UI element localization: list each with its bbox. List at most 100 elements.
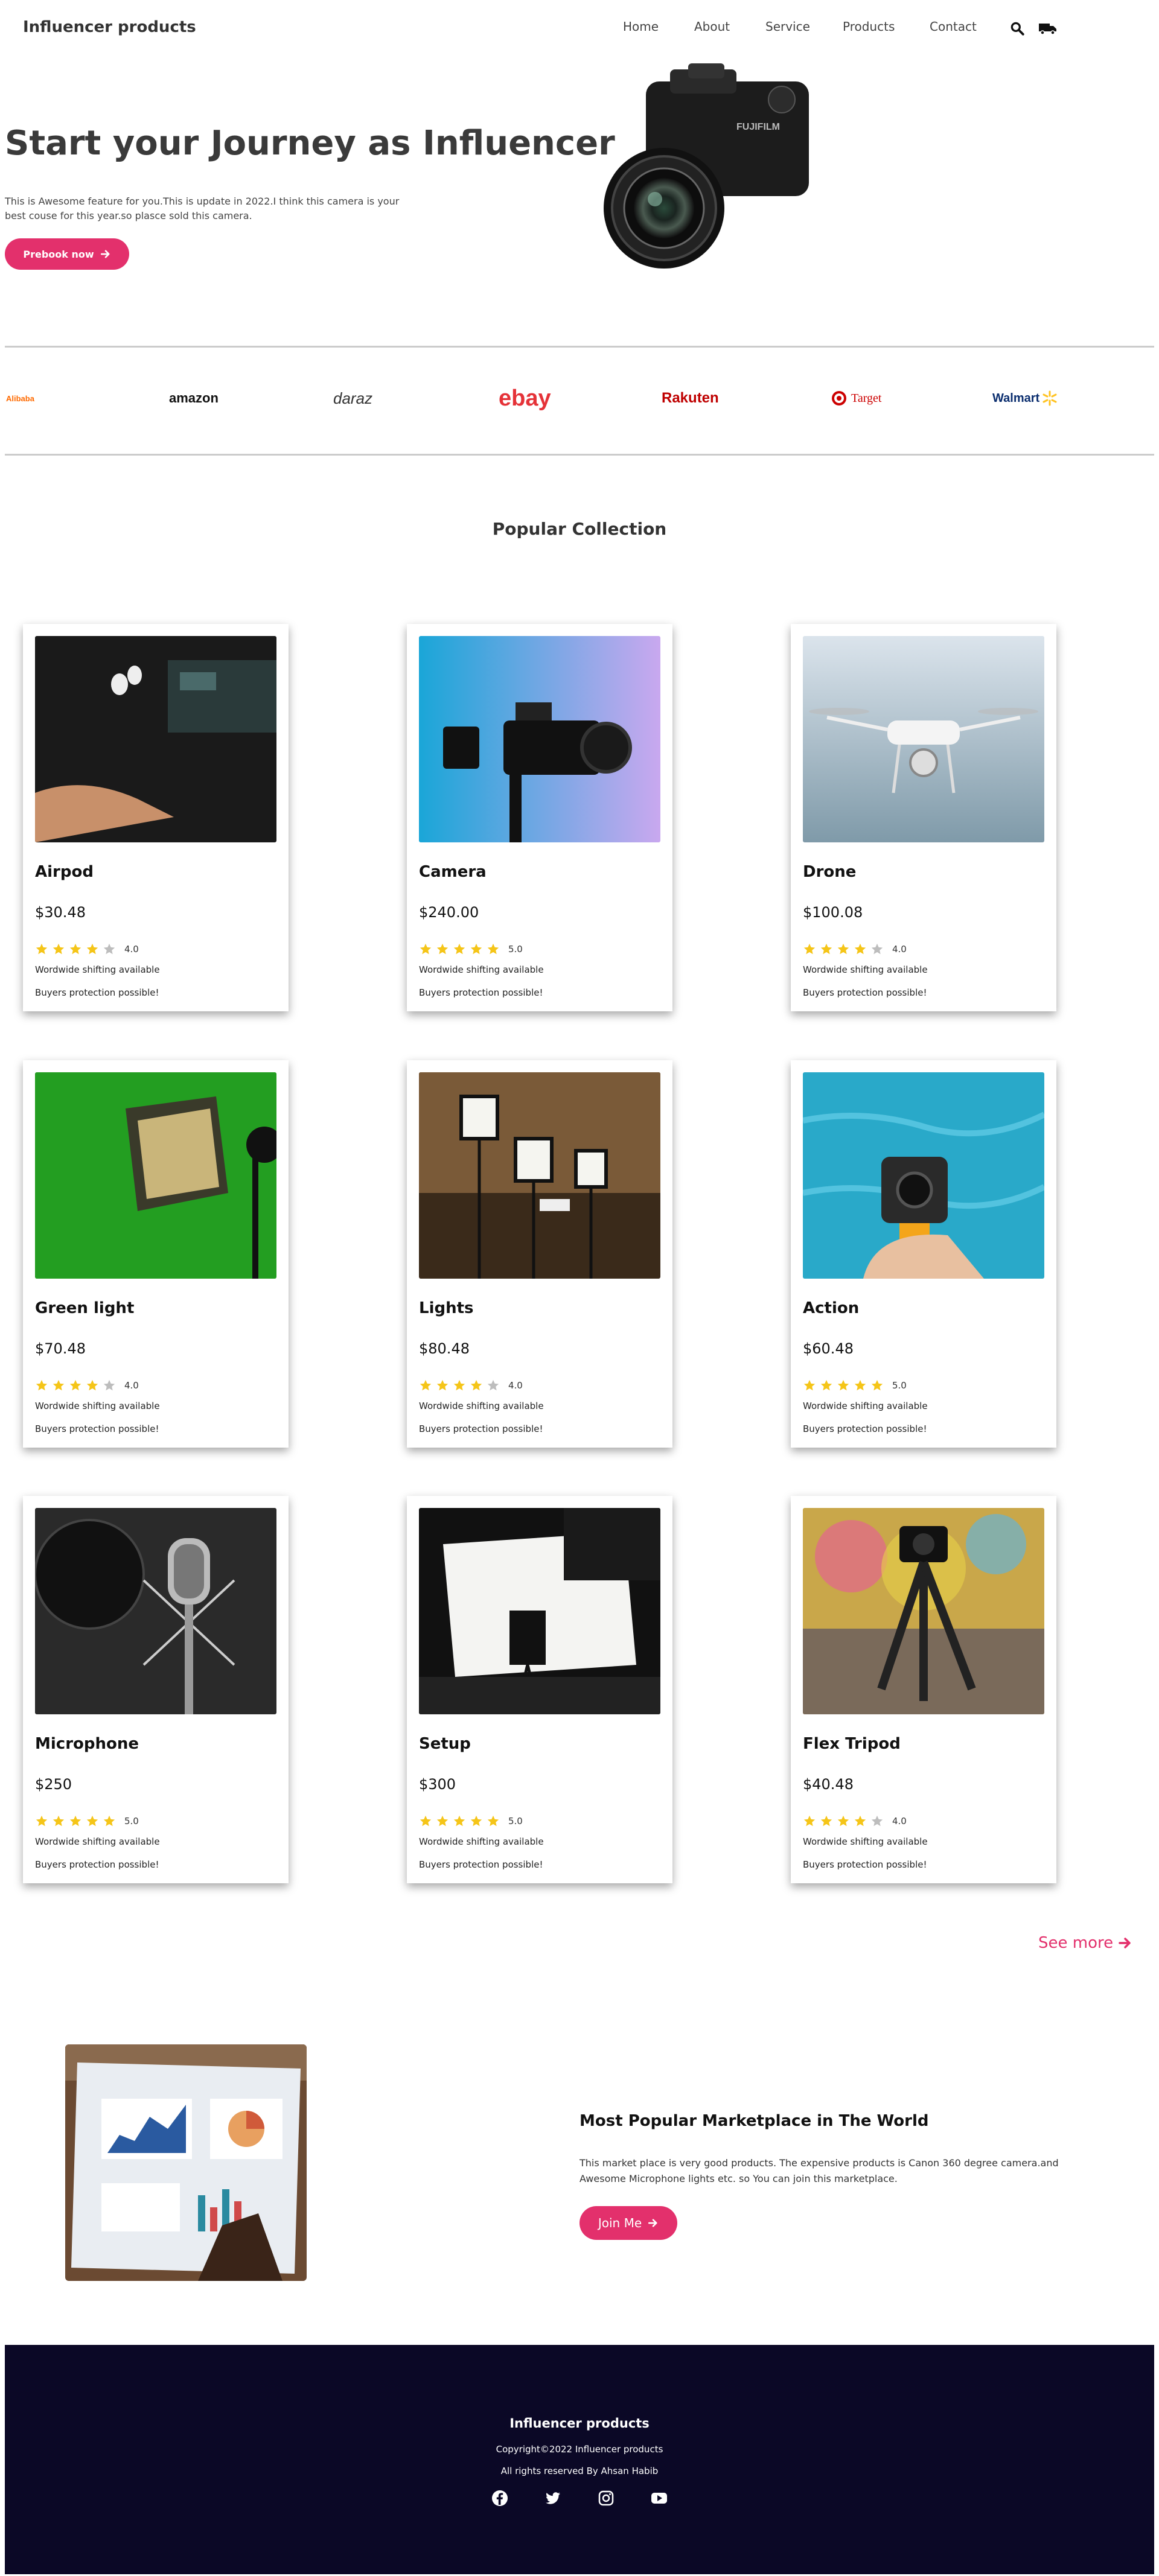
product-rating: 4.0 bbox=[803, 1814, 907, 1828]
target-icon bbox=[832, 391, 846, 405]
brand-logo[interactable]: Influencer products bbox=[23, 18, 196, 36]
protection-text: Buyers protection possible! bbox=[35, 1423, 159, 1434]
nav-about[interactable]: About bbox=[694, 19, 730, 34]
star-icon bbox=[854, 943, 866, 955]
product-price: $80.48 bbox=[419, 1340, 470, 1357]
join-me-button[interactable]: Join Me bbox=[580, 2206, 677, 2240]
star-icon bbox=[837, 1379, 849, 1391]
product-title: Airpod bbox=[35, 863, 94, 881]
product-card[interactable]: Drone $100.08 4.0 Wordwide shifting availab… bbox=[791, 624, 1056, 1011]
youtube-icon[interactable] bbox=[650, 2489, 669, 2508]
product-card[interactable]: Action $60.48 5.0 Wordwide shifting availab… bbox=[791, 1060, 1056, 1448]
logo-ebay-text: ebay bbox=[499, 385, 551, 411]
star-icon bbox=[820, 1379, 832, 1391]
star-icon bbox=[436, 1379, 449, 1391]
spark-icon bbox=[1042, 390, 1057, 406]
star-icon bbox=[436, 1815, 449, 1827]
protection-text: Buyers protection possible! bbox=[803, 1859, 927, 1870]
facebook-icon[interactable] bbox=[490, 2489, 509, 2508]
rating-value: 4.0 bbox=[124, 944, 139, 955]
product-image bbox=[803, 636, 1044, 842]
star-icon bbox=[871, 1379, 883, 1391]
star-icon bbox=[837, 943, 849, 955]
product-card[interactable]: Camera $240.00 5.0 Wordwide shifting availa… bbox=[407, 624, 672, 1011]
product-price: $30.48 bbox=[35, 904, 86, 921]
product-image bbox=[419, 636, 660, 842]
logo-alibaba-text: Alibaba bbox=[6, 393, 34, 403]
prebook-button[interactable]: Prebook now bbox=[5, 238, 129, 270]
star-icon bbox=[53, 943, 65, 955]
star-icon bbox=[86, 943, 98, 955]
instagram-icon[interactable] bbox=[596, 2489, 616, 2508]
shipping-text: Wordwide shifting available bbox=[419, 964, 544, 975]
product-title: Drone bbox=[803, 863, 857, 881]
star-icon bbox=[470, 943, 482, 955]
nav-service[interactable]: Service bbox=[765, 19, 810, 34]
protection-text: Buyers protection possible! bbox=[419, 1859, 543, 1870]
logo-ebay[interactable]: ebay bbox=[499, 385, 551, 411]
star-icon bbox=[103, 1379, 115, 1391]
product-rating: 5.0 bbox=[419, 1814, 523, 1828]
star-icon bbox=[86, 1379, 98, 1391]
star-icon bbox=[487, 1379, 499, 1391]
product-price: $100.08 bbox=[803, 904, 863, 921]
product-card[interactable]: Microphone $250 5.0 Wordwide shifting avail… bbox=[23, 1496, 289, 1883]
logo-rakuten[interactable]: Rakuten bbox=[662, 386, 719, 410]
logo-target[interactable]: Target bbox=[831, 386, 881, 410]
shipping-text: Wordwide shifting available bbox=[419, 1836, 544, 1847]
star-icon bbox=[69, 943, 81, 955]
product-card[interactable]: Airpod $30.48 4.0 Wordwide shifting availab… bbox=[23, 624, 289, 1011]
hero-camera-image: FUJIFILM bbox=[604, 63, 809, 269]
rating-value: 5.0 bbox=[892, 1380, 907, 1391]
product-title: Green light bbox=[35, 1299, 135, 1317]
nav-contact[interactable]: Contact bbox=[930, 19, 977, 34]
product-card[interactable]: Setup $300 5.0 Wordwide shifting available B… bbox=[407, 1496, 672, 1883]
product-image bbox=[35, 1508, 276, 1714]
protection-text: Buyers protection possible! bbox=[803, 987, 927, 998]
see-more-link[interactable]: See more bbox=[1038, 1934, 1132, 1952]
nav-products[interactable]: Products bbox=[843, 19, 895, 34]
star-icon bbox=[470, 1815, 482, 1827]
star-icon bbox=[86, 1815, 98, 1827]
nav-home[interactable]: Home bbox=[623, 19, 659, 34]
product-card[interactable]: Flex Tripod $40.48 4.0 Wordwide shifting av… bbox=[791, 1496, 1056, 1883]
star-icon bbox=[453, 1379, 465, 1391]
product-title: Lights bbox=[419, 1299, 474, 1317]
protection-text: Buyers protection possible! bbox=[419, 987, 543, 998]
star-icon bbox=[854, 1815, 866, 1827]
hero-title: Start your Journey as Influencer bbox=[5, 124, 615, 163]
rating-value: 4.0 bbox=[892, 944, 907, 955]
product-title: Microphone bbox=[35, 1735, 139, 1753]
product-price: $70.48 bbox=[35, 1340, 86, 1357]
star-icon bbox=[53, 1379, 65, 1391]
footer bbox=[5, 2345, 1154, 2574]
search-icon[interactable] bbox=[1009, 21, 1025, 36]
product-title: Action bbox=[803, 1299, 860, 1317]
join-me-label: Join Me bbox=[598, 2216, 642, 2230]
product-rating: 4.0 bbox=[803, 943, 907, 956]
star-icon bbox=[871, 943, 883, 955]
arrow-right-icon bbox=[648, 2219, 657, 2227]
logo-target-text: Target bbox=[851, 391, 882, 405]
see-more-label: See more bbox=[1038, 1934, 1114, 1952]
star-icon bbox=[36, 1815, 48, 1827]
star-icon bbox=[803, 943, 816, 955]
logo-daraz-text: daraz bbox=[333, 389, 373, 407]
shipping-text: Wordwide shifting available bbox=[35, 964, 160, 975]
logo-walmart-text: Walmart bbox=[992, 391, 1040, 405]
product-price: $40.48 bbox=[803, 1776, 854, 1793]
logo-walmart[interactable]: Walmart bbox=[992, 386, 1058, 410]
logo-alibaba[interactable]: Alibaba bbox=[6, 386, 34, 410]
product-image bbox=[419, 1508, 660, 1714]
twitter-icon[interactable] bbox=[543, 2489, 563, 2508]
logo-daraz[interactable]: daraz bbox=[333, 386, 372, 410]
rating-value: 5.0 bbox=[124, 1816, 139, 1827]
product-image bbox=[419, 1072, 660, 1279]
star-icon bbox=[436, 943, 449, 955]
star-icon bbox=[470, 1379, 482, 1391]
product-card[interactable]: Green light $70.48 4.0 Wordwide shifting av… bbox=[23, 1060, 289, 1448]
product-card[interactable]: Lights $80.48 4.0 Wordwide shifting availab… bbox=[407, 1060, 672, 1448]
truck-icon[interactable] bbox=[1038, 21, 1058, 36]
product-title: Camera bbox=[419, 863, 487, 881]
logo-amazon[interactable]: amazon bbox=[169, 386, 219, 410]
